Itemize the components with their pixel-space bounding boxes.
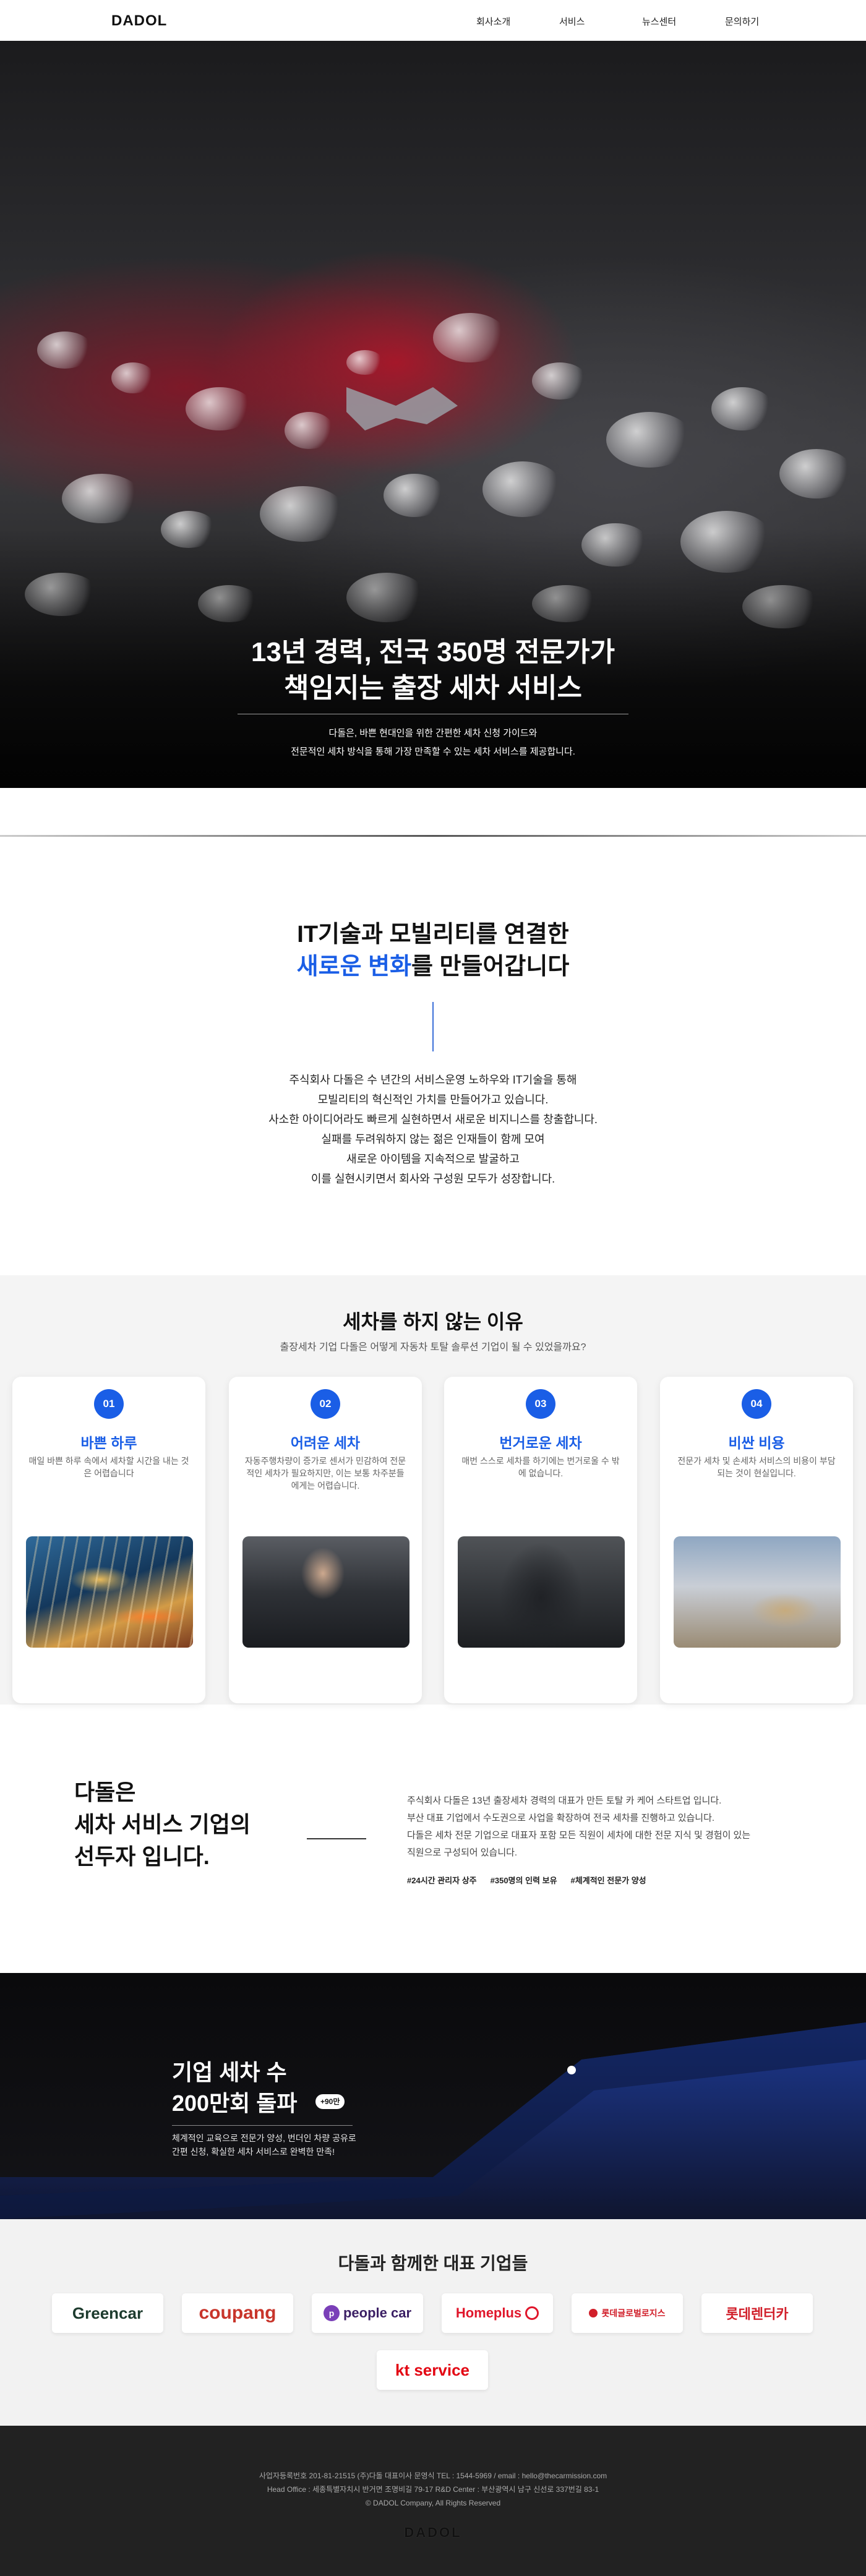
leader-title: 다돌은 세차 서비스 기업의 선두자 입니다. bbox=[74, 1776, 251, 1873]
partners-section: 다돌과 함께한 대표 기업들 Greencar coupang p people … bbox=[0, 2219, 866, 2426]
lotte-icon bbox=[589, 2309, 598, 2317]
reason-card-tedious: 03 번거로운 세차 매번 스스로 세차를 하기에는 번거로울 수 밖에 없습니… bbox=[444, 1377, 637, 1703]
hero-title: 13년 경력, 전국 350명 전문가가 책임지는 출장 세차 서비스 bbox=[0, 635, 866, 706]
card-number: 04 bbox=[742, 1389, 771, 1419]
card-desc: 전문가 세차 및 손세차 서비스의 비용이 부담되는 것이 현실입니다. bbox=[677, 1456, 836, 1478]
vertical-divider bbox=[432, 1002, 434, 1051]
banner-title-line2: 200만회 돌파 bbox=[172, 2090, 298, 2116]
card-desc: 매일 바쁜 하루 속에서 세차할 시간을 내는 것은 어렵습니다 bbox=[28, 1456, 189, 1478]
leader-desc-line: 부산 대표 기업에서 수도권으로 사업을 확장하여 전국 세차를 진행하고 있습… bbox=[407, 1813, 715, 1823]
intro-title-line2: 새로운 변화를 만들어갑니다 bbox=[0, 951, 866, 983]
banner-desc-line1: 체계적인 교육으로 전문가 양성, 번더인 차량 공유로 bbox=[172, 2133, 356, 2143]
tag: #350명의 인력 보유 bbox=[490, 1876, 557, 1885]
banner-description: 체계적인 교육으로 전문가 양성, 번더인 차량 공유로 간편 신청, 확실한 … bbox=[172, 2131, 419, 2159]
tag: #24시간 관리자 상주 bbox=[407, 1876, 477, 1885]
calculator-coins-image bbox=[674, 1536, 841, 1648]
page: DADOL 회사소개 서비스 뉴스센터 문의하기 13년 경력, 전국 350명… bbox=[0, 0, 866, 2576]
logo[interactable]: DADOL bbox=[111, 12, 167, 30]
intro-desc-line: 실패를 두려워하지 않는 젊은 인재들이 함께 모여 bbox=[321, 1133, 545, 1145]
card-number: 02 bbox=[311, 1389, 340, 1419]
hero-desc-line2: 전문적인 세차 방식을 통해 가장 만족할 수 있는 세차 서비스를 제공합니다… bbox=[291, 747, 575, 757]
banner-divider bbox=[172, 2125, 353, 2126]
card-desc: 매번 스스로 세차를 하기에는 번거로울 수 밖에 없습니다. bbox=[461, 1456, 620, 1478]
partner-logo-lotte-rentacar: 롯데렌터카 bbox=[701, 2293, 813, 2333]
nav-item-contact[interactable]: 문의하기 bbox=[725, 15, 808, 28]
nav-item-service[interactable]: 서비스 bbox=[559, 15, 642, 28]
partner-logo-peoplecar: p people car bbox=[312, 2293, 423, 2333]
hero-description: 다돌은, 바쁜 현대인을 위한 간편한 세차 신청 가이드와 전문적인 세차 방… bbox=[0, 724, 866, 761]
intro-highlight: 새로운 변화 bbox=[296, 954, 412, 980]
tag: #체계적인 전문가 양성 bbox=[570, 1876, 646, 1885]
card-desc: 자동주행차량이 증가로 센서가 민감하여 전문적인 세차가 필요하지만, 이는 … bbox=[244, 1456, 406, 1491]
reason-card-busy: 01 바쁜 하루 매일 바쁜 하루 속에서 세차할 시간을 내는 것은 어렵습니… bbox=[12, 1377, 205, 1703]
nav-item-about[interactable]: 회사소개 bbox=[476, 15, 559, 28]
intro-description: 주식회사 다돌은 수 년간의 서비스운영 노하우와 IT기술을 통해 모빌리티의… bbox=[0, 1070, 866, 1189]
card-number: 01 bbox=[94, 1389, 124, 1419]
footer: 사업자등록번호 201-81-21515 (주)다돌 대표이사 문영식 TEL … bbox=[0, 2426, 866, 2576]
card-number: 03 bbox=[526, 1389, 555, 1419]
partner-logo-coupang: coupang bbox=[182, 2293, 293, 2333]
intro-desc-line: 이를 실현시키면서 회사와 구성원 모두가 성장합니다. bbox=[311, 1173, 555, 1185]
intro-desc-line: 사소한 아이디어라도 빠르게 실현하면서 새로운 비지니스를 창출합니다. bbox=[268, 1113, 598, 1126]
milestone-banner: 기업 세차 수 200만회 돌파 +90만 체계적인 교육으로 전문가 양성, … bbox=[0, 1973, 866, 2219]
peoplecar-icon: p bbox=[323, 2305, 340, 2321]
reasons-title: 세차를 하지 않는 이유 bbox=[343, 1311, 523, 1333]
leader-desc-line: 직원으로 구성되어 있습니다. bbox=[407, 1847, 518, 1858]
leader-description: 주식회사 다돌은 13년 출장세차 경력의 대표가 만든 토탈 카 케어 스타트… bbox=[407, 1792, 803, 1862]
reasons-subtitle: 출장세차 기업 다돌은 어떻게 자동차 토탈 솔루션 기업이 될 수 있었을까요… bbox=[280, 1342, 586, 1353]
leader-desc-line: 주식회사 다돌은 13년 출장세차 경력의 대표가 만든 토탈 카 케어 스타트… bbox=[407, 1795, 722, 1806]
section-divider bbox=[0, 835, 866, 837]
nav-menu: 회사소개 서비스 뉴스센터 문의하기 bbox=[476, 15, 808, 28]
leader-tags: #24시간 관리자 상주 #350명의 인력 보유 #체계적인 전문가 양성 bbox=[407, 1874, 646, 1886]
intro-desc-line: 모빌리티의 혁신적인 가치를 만들어가고 있습니다. bbox=[317, 1093, 549, 1106]
intro-title-line1: IT기술과 모빌리티를 연결한 bbox=[297, 922, 569, 948]
car-interior-cleaning-image bbox=[458, 1536, 625, 1648]
mechanic-image bbox=[242, 1536, 409, 1648]
hero-title-line1: 13년 경력, 전국 350명 전문가가 bbox=[251, 637, 615, 667]
intro-desc-line: 새로운 아이템을 지속적으로 발굴하고 bbox=[346, 1153, 520, 1165]
hero-section: 13년 경력, 전국 350명 전문가가 책임지는 출장 세차 서비스 다돌은,… bbox=[0, 41, 866, 788]
partner-logo-kt-service: kt service bbox=[377, 2350, 488, 2390]
leader-desc-line: 다돌은 세차 전문 기업으로 대표자 포함 모든 직원이 세차에 대한 전문 지… bbox=[407, 1830, 751, 1841]
intro-title-rest: 를 만들어갑니다 bbox=[411, 954, 570, 980]
reason-card-cost: 04 비싼 비용 전문가 세차 및 손세차 서비스의 비용이 부담되는 것이 현… bbox=[660, 1377, 853, 1703]
hero-desc-line1: 다돌은, 바쁜 현대인을 위한 간편한 세차 신청 가이드와 bbox=[328, 728, 538, 738]
footer-info: 사업자등록번호 201-81-21515 (주)다돌 대표이사 문영식 TEL … bbox=[0, 2469, 866, 2510]
leader-divider bbox=[307, 1838, 366, 1839]
intro-title: IT기술과 모빌리티를 연결한 새로운 변화를 만들어갑니다 bbox=[0, 918, 866, 983]
homeplus-icon bbox=[525, 2306, 539, 2320]
card-title: 번거로운 세차 bbox=[499, 1435, 582, 1451]
partner-logo-lotte-logis: 롯데글로벌로지스 bbox=[572, 2293, 683, 2333]
leader-title-line1: 다돌은 bbox=[74, 1779, 136, 1805]
card-title: 바쁜 하루 bbox=[80, 1435, 137, 1451]
footer-line: Head Office : 세종특별자치시 반거면 조명비길 79-17 R&D… bbox=[267, 2485, 599, 2494]
footer-logo: DADOL bbox=[404, 2525, 462, 2540]
nav-item-news[interactable]: 뉴스센터 bbox=[642, 15, 725, 28]
growth-graph-graphic bbox=[0, 2022, 866, 2219]
graph-point-icon bbox=[567, 2066, 576, 2074]
leader-title-line2: 세차 서비스 기업의 bbox=[74, 1812, 251, 1837]
banner-title-line1: 기업 세차 수 bbox=[172, 2060, 287, 2085]
reason-card-difficult: 02 어려운 세차 자동주행차량이 증가로 센서가 민감하여 전문적인 세차가 … bbox=[229, 1377, 422, 1703]
hero-title-line2: 책임지는 출장 세차 서비스 bbox=[284, 673, 582, 703]
highway-traffic-image bbox=[26, 1536, 193, 1648]
reasons-section: 세차를 하지 않는 이유 출장세차 기업 다돌은 어떻게 자동차 토탈 솔루션 … bbox=[0, 1275, 866, 1705]
intro-desc-line: 주식회사 다돌은 수 년간의 서비스운영 노하우와 IT기술을 통해 bbox=[289, 1074, 577, 1086]
banner-desc-line2: 간편 신청, 확실한 세차 서비스로 완벽한 만족! bbox=[172, 2147, 335, 2157]
partner-logo-homeplus: Homeplus bbox=[442, 2293, 553, 2333]
card-title: 어려운 세차 bbox=[290, 1435, 361, 1451]
footer-line: 사업자등록번호 201-81-21515 (주)다돌 대표이사 문영식 TEL … bbox=[259, 2471, 607, 2480]
card-title: 비싼 비용 bbox=[728, 1435, 785, 1451]
banner-badge: +90만 bbox=[315, 2094, 345, 2109]
partners-title: 다돌과 함께한 대표 기업들 bbox=[338, 2254, 528, 2273]
leader-title-line3: 선두자 입니다. bbox=[74, 1844, 210, 1869]
banner-title: 기업 세차 수 200만회 돌파 bbox=[172, 2057, 298, 2119]
top-nav: DADOL 회사소개 서비스 뉴스센터 문의하기 bbox=[0, 0, 866, 41]
footer-copyright: © DADOL Company, All Rights Reserved bbox=[365, 2499, 501, 2507]
partner-logo-greencar: Greencar bbox=[52, 2293, 163, 2333]
